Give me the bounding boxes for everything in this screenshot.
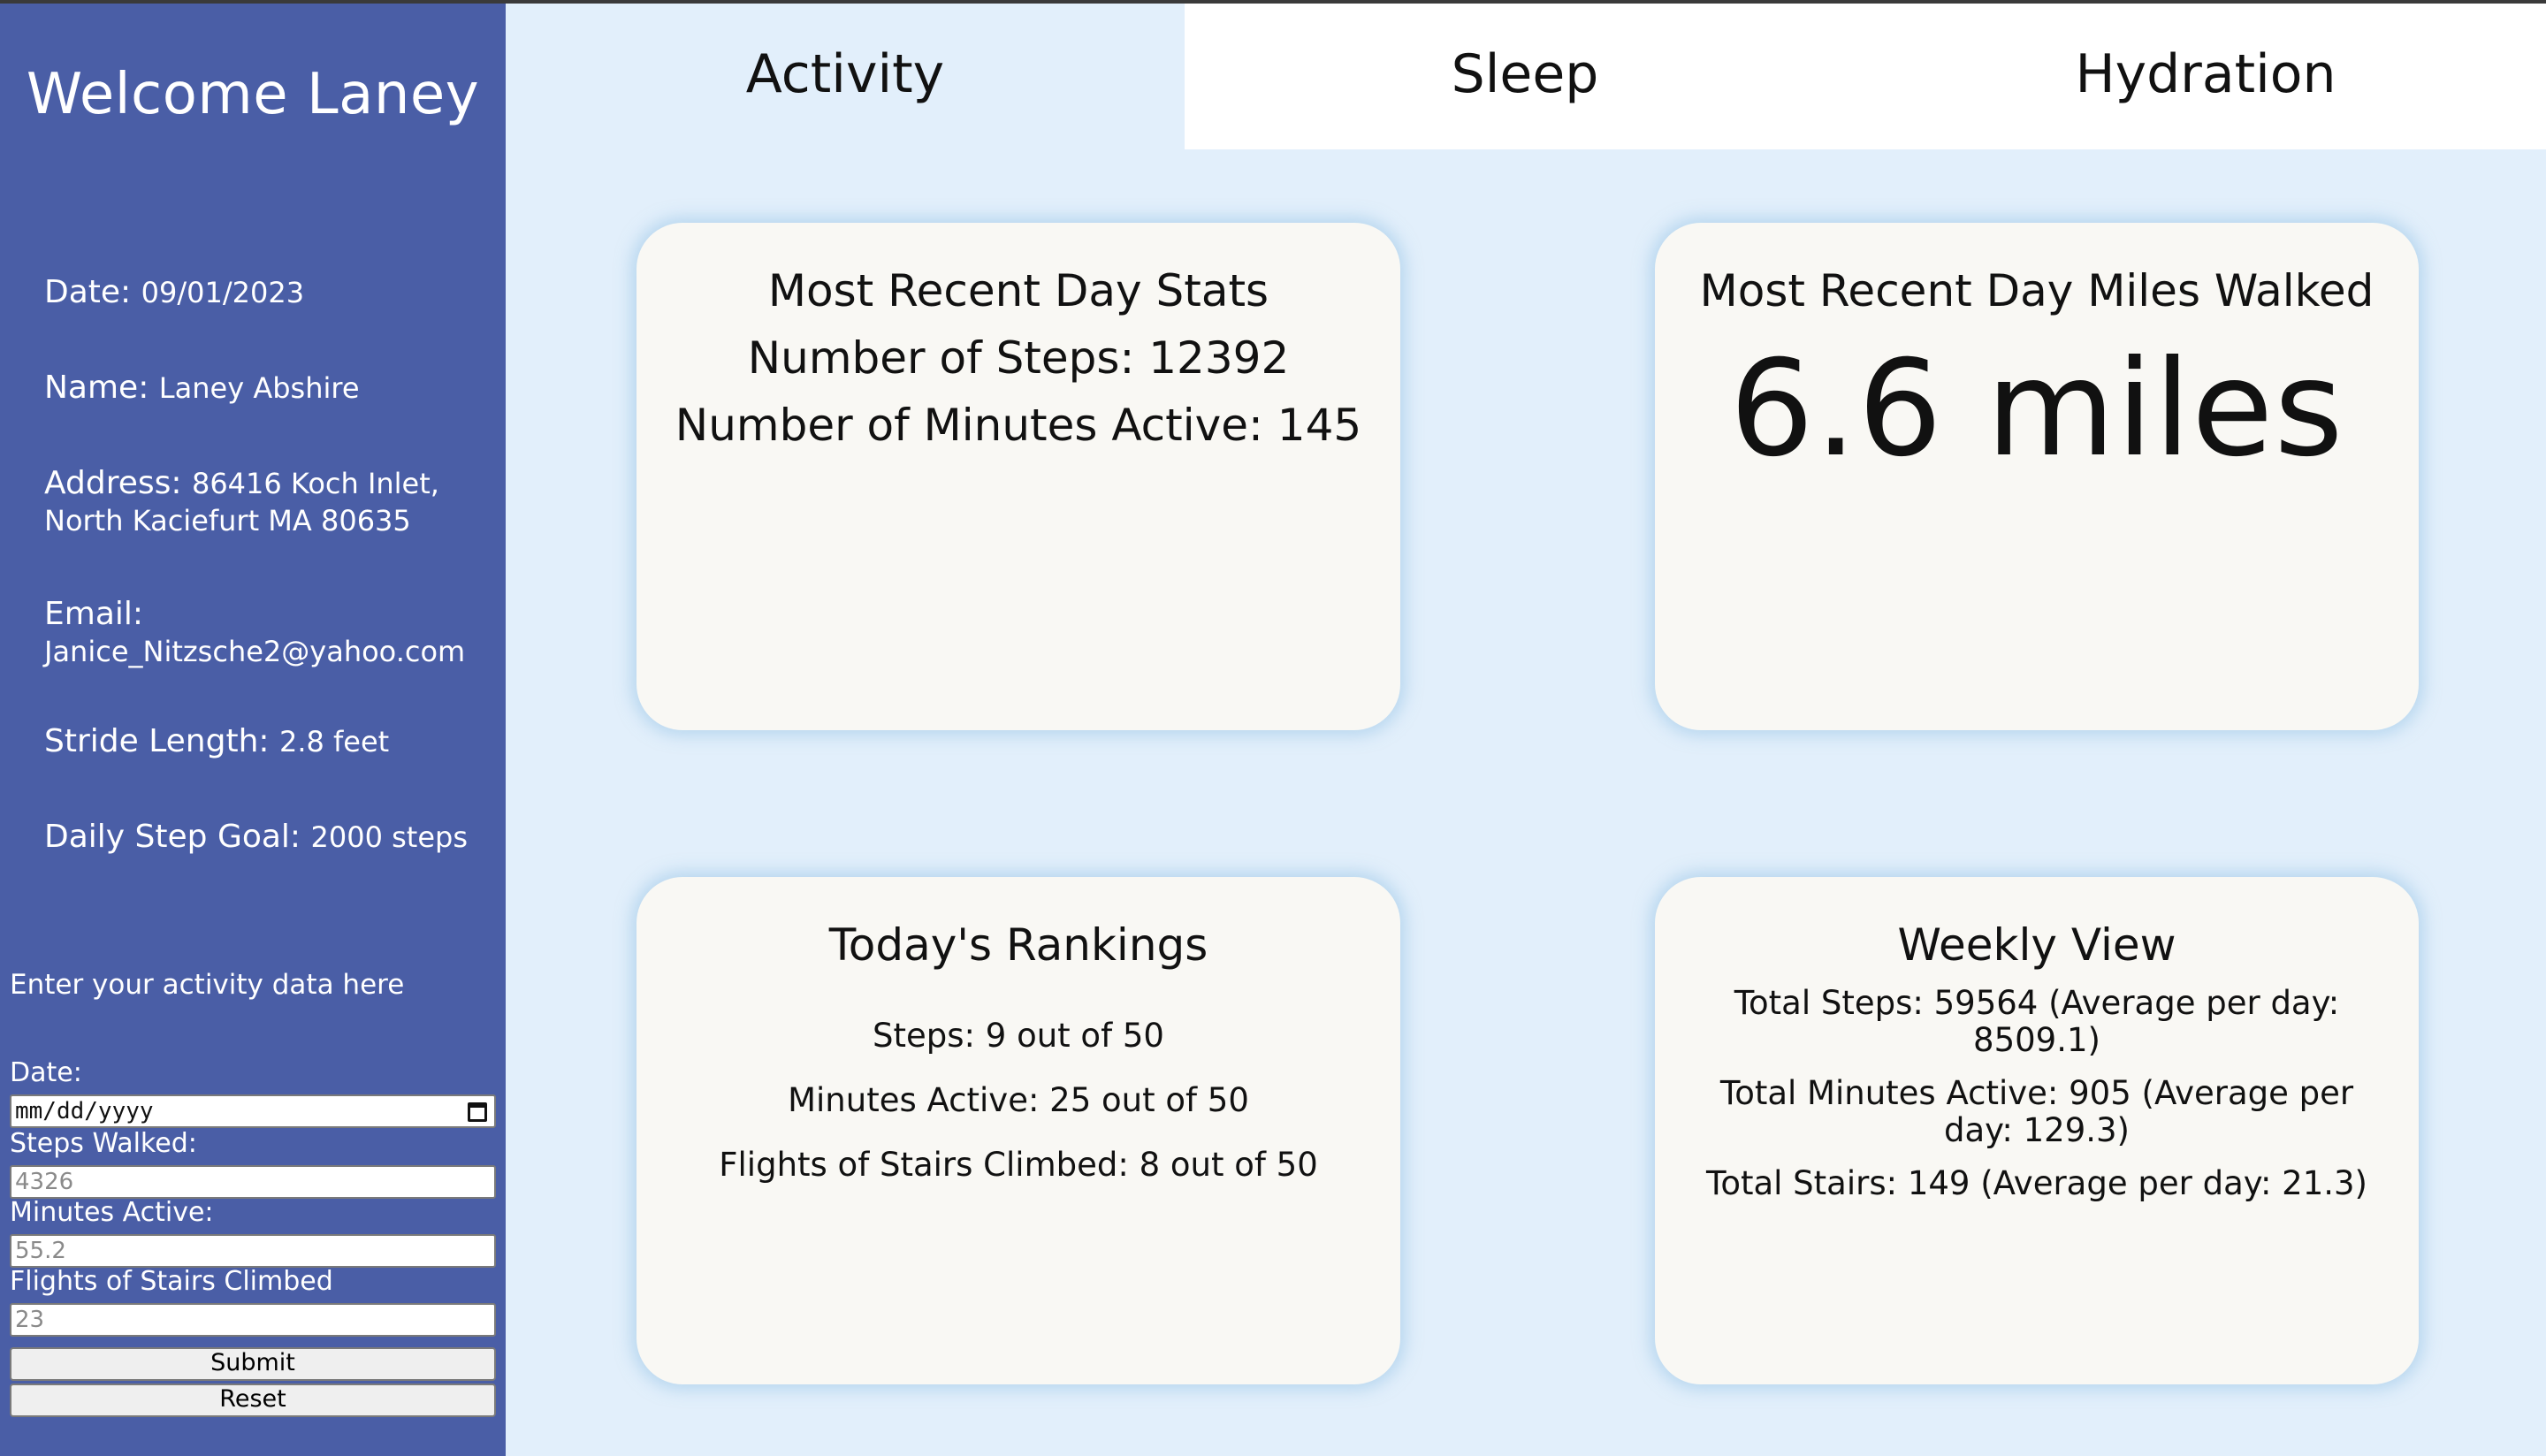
- rankings-title: Today's Rankings: [828, 919, 1208, 971]
- weekly-view-card: Weekly View Total Steps: 59564 (Average …: [1655, 877, 2419, 1384]
- rank-stairs: Flights of Stairs Climbed: 8 out of 50: [719, 1146, 1318, 1184]
- user-date-label: Date:: [44, 274, 132, 310]
- submit-button[interactable]: Submit: [10, 1347, 496, 1381]
- user-date-value: 09/01/2023: [141, 276, 305, 309]
- steps-input[interactable]: 4326: [10, 1165, 496, 1199]
- user-name: Name: Laney Abshire: [44, 370, 360, 407]
- form-steps-label: Steps Walked:: [10, 1128, 197, 1159]
- user-step-goal: Daily Step Goal: 2000 steps: [44, 819, 468, 856]
- rankings-card: Today's Rankings Steps: 9 out of 50 Minu…: [636, 877, 1400, 1384]
- user-email: Email: Janice_Nitzsche2@yahoo.com: [44, 596, 465, 670]
- user-name-value: Laney Abshire: [158, 371, 360, 405]
- rank-steps: Steps: 9 out of 50: [873, 1017, 1164, 1055]
- user-address-line2: North Kaciefurt MA 80635: [44, 504, 411, 537]
- user-step-goal-value: 2000 steps: [310, 820, 469, 854]
- form-stairs-label: Flights of Stairs Climbed: [10, 1266, 333, 1297]
- user-email-value: Janice_Nitzsche2@yahoo.com: [44, 635, 466, 668]
- user-name-label: Name:: [44, 370, 149, 406]
- sidebar: Welcome Laney Date: 09/01/2023 Name: Lan…: [0, 4, 506, 1456]
- user-address-line1: 86416 Koch Inlet,: [191, 467, 439, 500]
- recent-day-stats-title: Most Recent Day Stats: [767, 265, 1269, 316]
- user-address: Address: 86416 Koch Inlet, North Kaciefu…: [44, 465, 439, 539]
- miles-walked-title: Most Recent Day Miles Walked: [1699, 265, 2374, 316]
- tab-hydration[interactable]: Hydration: [1865, 4, 2546, 149]
- recent-day-stats-card: Most Recent Day Stats Number of Steps: 1…: [636, 223, 1400, 730]
- user-address-label: Address:: [44, 465, 182, 501]
- user-email-label: Email:: [44, 596, 144, 632]
- reset-button[interactable]: Reset: [10, 1384, 496, 1417]
- user-stride-value: 2.8 feet: [278, 725, 390, 758]
- form-date-label: Date:: [10, 1057, 82, 1088]
- tab-sleep[interactable]: Sleep: [1185, 4, 1865, 149]
- date-input-placeholder: mm/dd/yyyy: [15, 1098, 154, 1124]
- recent-steps: Number of Steps: 12392: [747, 332, 1290, 384]
- weekly-steps: Total Steps: 59564 (Average per day: 850…: [1734, 984, 2340, 1059]
- minutes-input[interactable]: 55.2: [10, 1234, 496, 1268]
- user-date: Date: 09/01/2023: [44, 274, 304, 311]
- user-step-goal-label: Daily Step Goal:: [44, 819, 301, 855]
- weekly-stairs: Total Stairs: 149 (Average per day: 21.3…: [1706, 1164, 2367, 1202]
- miles-walked-value: 6.6 miles: [1729, 332, 2344, 486]
- weekly-view-title: Weekly View: [1897, 919, 2176, 971]
- tab-activity[interactable]: Activity: [506, 4, 1185, 149]
- rank-minutes: Minutes Active: 25 out of 50: [788, 1081, 1249, 1119]
- user-stride-label: Stride Length:: [44, 723, 270, 759]
- calendar-icon[interactable]: [468, 1102, 487, 1122]
- miles-walked-card: Most Recent Day Miles Walked 6.6 miles: [1655, 223, 2419, 730]
- tab-bar: Activity Sleep Hydration: [506, 4, 2546, 149]
- stairs-input[interactable]: 23: [10, 1303, 496, 1337]
- form-minutes-label: Minutes Active:: [10, 1197, 214, 1228]
- date-input[interactable]: mm/dd/yyyy: [10, 1094, 496, 1128]
- weekly-minutes: Total Minutes Active: 905 (Average per d…: [1719, 1074, 2354, 1149]
- user-stride: Stride Length: 2.8 feet: [44, 723, 389, 760]
- welcome-heading: Welcome Laney: [26, 62, 480, 127]
- activity-form-title: Enter your activity data here: [10, 969, 405, 1001]
- recent-minutes-active: Number of Minutes Active: 145: [675, 400, 1362, 451]
